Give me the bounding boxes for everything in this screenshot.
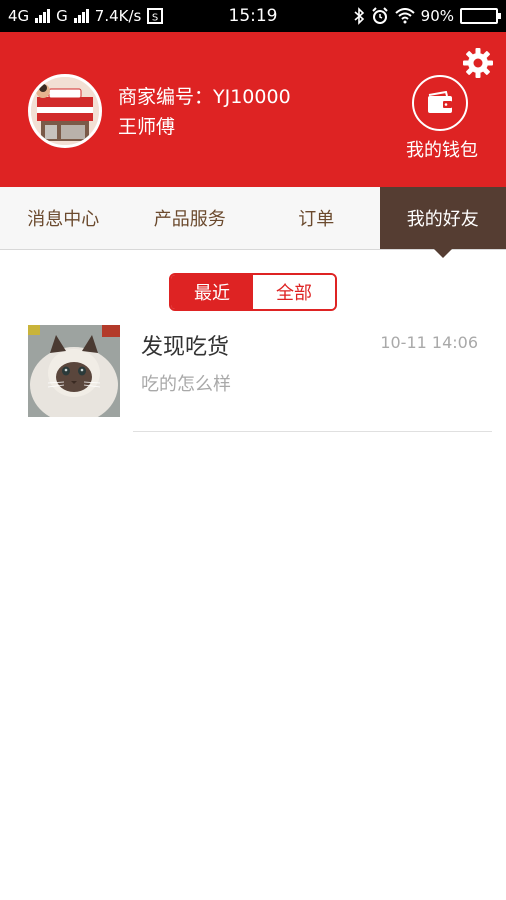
bluetooth-icon [354,7,364,25]
settings-gear-icon[interactable] [462,47,494,79]
merchant-name: 王师傅 [118,116,176,138]
tab-message-center[interactable]: 消息中心 [0,187,127,249]
signal-icon-2 [73,9,89,23]
network-label-g: G [56,7,68,25]
message-time: 10-11 14:06 [380,333,478,352]
tab-label: 我的好友 [406,209,479,230]
battery-percent: 90% [420,7,454,25]
alarm-icon [371,7,388,24]
last-message: 吃的怎么样 [141,374,231,395]
tab-label: 产品服务 [153,209,226,230]
tab-orders[interactable]: 订单 [253,187,380,249]
list-item[interactable]: 发现吃货 吃的怎么样 10-11 14:06 [0,325,506,433]
status-right: 90% [353,7,501,25]
friend-name: 发现吃货 [141,335,230,360]
network-label-4g: 4G [8,7,30,25]
battery-icon [460,8,501,24]
signal-icon [35,9,51,23]
segment-recent[interactable]: 最近 [171,275,253,309]
status-bar: 4G G 7.4K/s S 15:19 90% [0,0,506,32]
wifi-icon [394,8,415,24]
wallet-icon [428,91,452,113]
wallet-label[interactable]: 我的钱包 [406,136,478,162]
tab-bar: 消息中心 产品服务 订单 我的好友 [0,187,506,258]
tab-product-service[interactable]: 产品服务 [127,187,254,249]
status-left: 4G G 7.4K/s S [8,7,164,25]
tab-label: 消息中心 [27,209,100,230]
segment-all[interactable]: 全部 [253,275,335,309]
cat-photo-icon [28,325,120,417]
screenshot-icon: S [147,8,164,24]
store-avatar[interactable] [28,74,102,148]
profile-header: 商家编号：YJ10000 王师傅 我的钱包 [0,32,506,187]
network-speed: 7.4K/s [94,7,142,25]
storefront-icon [31,77,99,145]
friend-avatar [28,325,120,417]
tab-label: 订单 [298,209,335,230]
wallet-button[interactable] [412,75,468,131]
merchant-id: 商家编号：YJ10000 [118,86,291,108]
active-tab-caret [433,249,452,258]
svg-text:S: S [152,13,158,24]
list-divider [133,431,492,432]
friend-list: 发现吃货 吃的怎么样 10-11 14:06 [0,325,506,433]
filter-segment-wrap: 最近 全部 [0,273,506,311]
filter-segment: 最近 全部 [169,273,337,311]
tab-my-friends[interactable]: 我的好友 [379,187,506,258]
